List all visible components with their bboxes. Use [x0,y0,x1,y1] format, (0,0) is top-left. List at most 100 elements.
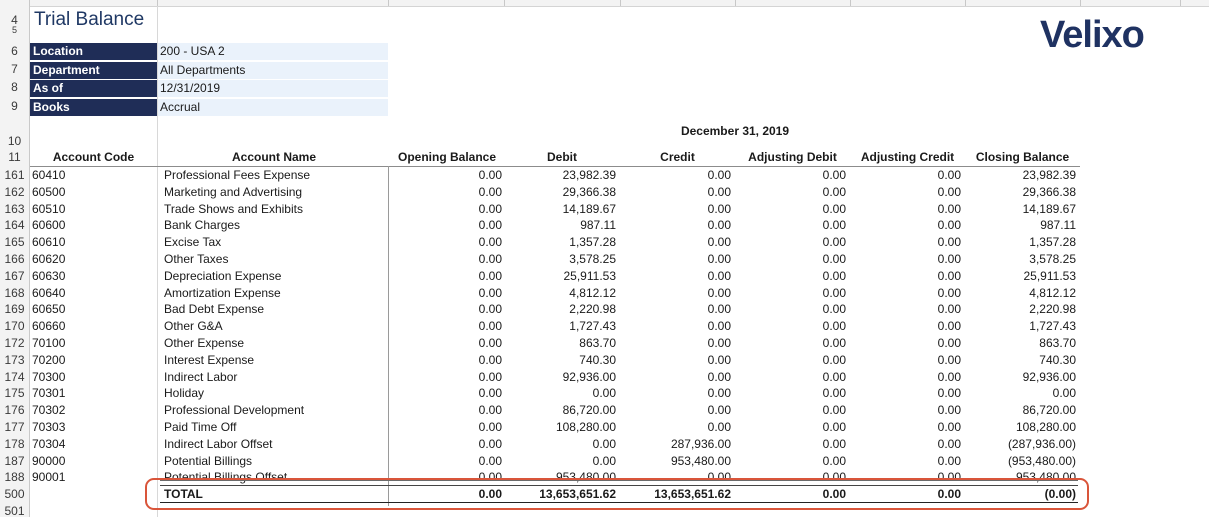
cell-debit[interactable]: 987.11 [504,217,616,234]
cell-adj-credit[interactable]: 0.00 [850,436,961,453]
cell-closing[interactable]: 14,189.67 [965,201,1076,218]
cell-closing[interactable]: (287,936.00) [965,436,1076,453]
period-header[interactable]: December 31, 2019 [620,124,850,138]
cell-adj-credit[interactable]: 0.00 [850,184,961,201]
param-value-books[interactable]: Accrual [158,99,388,116]
row-number[interactable]: 500 [0,487,29,501]
cell-credit[interactable]: 0.00 [620,402,731,419]
cell-account-name[interactable]: Depreciation Expense [164,268,281,285]
cell-credit[interactable]: 0.00 [620,369,731,386]
header-account-name[interactable]: Account Name [160,150,388,164]
cell-closing[interactable]: 987.11 [965,217,1076,234]
cell-account-code[interactable]: 70303 [32,419,65,436]
cell-closing[interactable]: 0.00 [965,385,1076,402]
row-number[interactable]: 4 [0,13,29,27]
cell-debit[interactable]: 25,911.53 [504,268,617,285]
cell-account-code[interactable]: 60600 [32,217,65,234]
cell-credit[interactable]: 0.00 [620,335,731,352]
cell-debit[interactable]: 92,936.00 [504,369,616,386]
cell-credit[interactable]: 953,480.00 [620,453,731,470]
cell-opening[interactable]: 0.00 [392,201,502,218]
row-number[interactable]: 6 [0,44,29,58]
cell-adj-credit[interactable]: 0.00 [850,453,961,470]
row-number[interactable]: 161 [0,168,29,182]
row-number[interactable]: 174 [0,370,29,384]
row-number[interactable]: 165 [0,235,29,249]
cell-closing[interactable]: 23,982.39 [965,167,1076,184]
cell-account-code[interactable]: 70100 [32,335,65,352]
cell-account-name[interactable]: Indirect Labor [164,369,237,386]
cell-adj-debit[interactable]: 0.00 [735,453,846,470]
cell-adj-debit[interactable]: 0.00 [735,167,846,184]
cell-adj-debit[interactable]: 0.00 [735,301,846,318]
cell-debit[interactable]: 4,812.12 [504,285,616,302]
cell-adj-debit[interactable]: 0.00 [735,385,846,402]
cell-closing[interactable]: 3,578.25 [965,251,1076,268]
cell-adj-debit[interactable]: 0.00 [735,352,846,369]
row-number[interactable]: 167 [0,269,29,283]
cell-adj-debit[interactable]: 0.00 [735,335,846,352]
cell-adj-credit[interactable]: 0.00 [850,385,961,402]
cell-adj-credit[interactable]: 0.00 [850,301,961,318]
cell-credit[interactable]: 0.00 [620,167,731,184]
row-number[interactable]: 5 [0,26,29,34]
param-label-location[interactable]: Location [30,43,157,60]
cell-debit[interactable]: 29,366.38 [504,184,616,201]
cell-debit[interactable]: 1,727.43 [504,318,616,335]
cell-opening[interactable]: 0.00 [392,268,502,285]
cell-account-name[interactable]: Marketing and Advertising [164,184,302,201]
cell-credit[interactable]: 0.00 [620,184,731,201]
cell-credit[interactable]: 0.00 [620,234,731,251]
cell-closing[interactable]: 108,280.00 [965,419,1076,436]
cell-debit[interactable]: 0.00 [504,436,616,453]
cell-credit[interactable]: 0.00 [620,318,731,335]
cell-closing[interactable]: 1,357.28 [965,234,1076,251]
row-number[interactable]: 173 [0,353,29,367]
cell-account-name[interactable]: Interest Expense [164,352,254,369]
param-label-books[interactable]: Books [30,99,157,116]
cell-debit[interactable]: 14,189.67 [504,201,616,218]
cell-opening[interactable]: 0.00 [392,335,502,352]
header-credit[interactable]: Credit [620,150,735,164]
row-number[interactable]: 11 [0,150,29,164]
cell-opening[interactable]: 0.00 [392,369,502,386]
cell-account-code[interactable]: 60510 [32,201,65,218]
cell-account-name[interactable]: Indirect Labor Offset [164,436,273,453]
cell-closing[interactable]: 740.30 [965,352,1076,369]
cell-adj-debit[interactable]: 0.00 [735,234,846,251]
row-number[interactable]: 8 [0,80,29,94]
row-number[interactable]: 7 [0,62,29,76]
cell-credit[interactable]: 0.00 [620,285,731,302]
row-number[interactable]: 187 [0,454,29,468]
header-adjusting-debit[interactable]: Adjusting Debit [735,150,850,164]
cell-debit[interactable]: 0.00 [504,453,616,470]
header-account-code[interactable]: Account Code [30,150,157,164]
cell-credit[interactable]: 0.00 [620,301,731,318]
cell-debit[interactable]: 23,982.39 [504,167,616,184]
cell-account-name[interactable]: Bank Charges [164,217,240,234]
param-value-as-of[interactable]: 12/31/2019 [158,80,388,97]
row-number[interactable]: 172 [0,336,29,350]
header-adjusting-credit[interactable]: Adjusting Credit [850,150,965,164]
cell-debit[interactable]: 86,720.00 [504,402,616,419]
cell-account-code[interactable]: 60660 [32,318,65,335]
cell-account-code[interactable]: 60630 [32,268,65,285]
header-opening-balance[interactable]: Opening Balance [392,150,502,164]
cell-opening[interactable]: 0.00 [392,436,502,453]
cell-adj-credit[interactable]: 0.00 [850,352,961,369]
cell-account-code[interactable]: 60640 [32,285,65,302]
cell-debit[interactable]: 2,220.98 [504,301,616,318]
cell-debit[interactable]: 0.00 [504,385,616,402]
cell-account-name[interactable]: Trade Shows and Exhibits [164,201,303,218]
cell-closing[interactable]: 4,812.12 [965,285,1076,302]
row-number[interactable]: 162 [0,185,29,199]
cell-account-name[interactable]: Other G&A [164,318,223,335]
cell-account-code[interactable]: 90001 [32,469,65,486]
param-value-location[interactable]: 200 - USA 2 [158,43,388,60]
cell-opening[interactable]: 0.00 [392,217,502,234]
cell-account-name[interactable]: Other Taxes [164,251,228,268]
cell-credit[interactable]: 287,936.00 [620,436,731,453]
cell-credit[interactable]: 0.00 [620,385,731,402]
cell-account-name[interactable]: Paid Time Off [164,419,236,436]
cell-adj-credit[interactable]: 0.00 [850,285,961,302]
